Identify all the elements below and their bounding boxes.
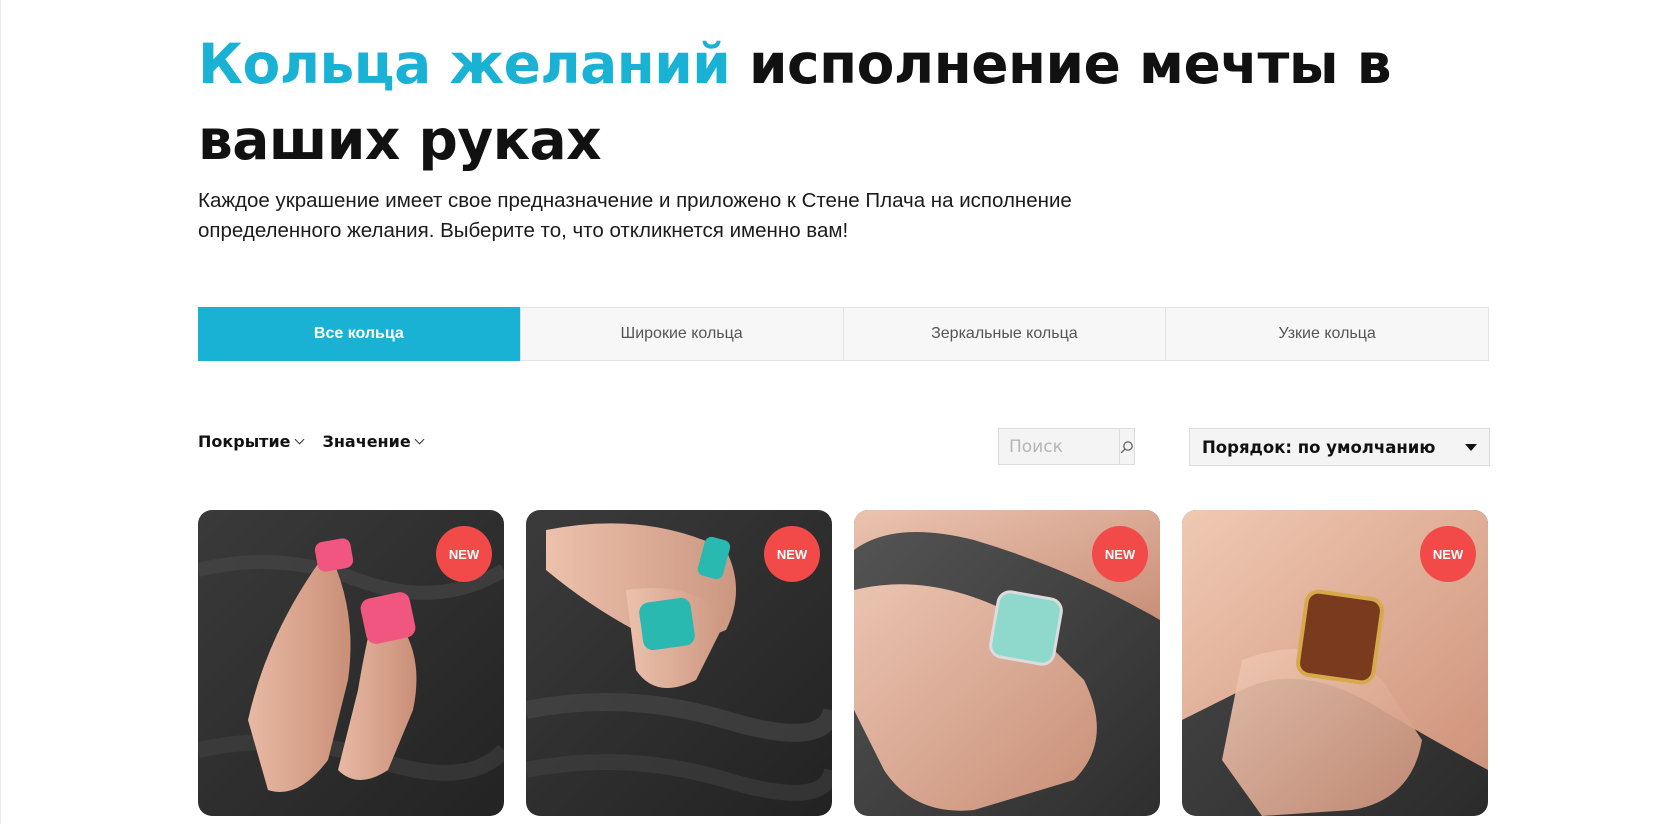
sort-select[interactable]: Порядок: по умолчанию [1189, 428, 1490, 466]
tab-wide-rings[interactable]: Широкие кольца [519, 308, 843, 360]
meaning-filter-dropdown[interactable]: Значение [322, 432, 425, 451]
tab-all-rings[interactable]: Все кольца [198, 307, 520, 361]
coating-filter-dropdown[interactable]: Покрытие [198, 432, 304, 451]
search-icon [1120, 440, 1133, 453]
caret-down-icon [1465, 443, 1477, 451]
new-badge: NEW [436, 526, 492, 582]
search-button[interactable] [1119, 429, 1134, 464]
sort-select-label: Порядок: по умолчанию [1202, 437, 1436, 457]
chevron-down-icon [414, 434, 425, 445]
tab-narrow-rings[interactable]: Узкие кольца [1165, 308, 1488, 360]
ring-shape [1298, 591, 1382, 683]
product-card[interactable]: NEW [854, 510, 1160, 816]
filter-bar: Покрытие Значение [198, 432, 425, 451]
product-card[interactable]: NEW [1182, 510, 1488, 816]
tab-mirror-rings[interactable]: Зеркальные кольца [842, 308, 1166, 360]
page-title-accent: Кольца желаний [198, 32, 731, 96]
search-box [998, 428, 1135, 465]
chevron-down-icon [294, 434, 304, 445]
new-badge: NEW [1420, 526, 1476, 582]
category-tabs: Все кольца Широкие кольца Зеркальные кол… [198, 307, 1489, 361]
meaning-filter-label: Значение [322, 432, 411, 451]
page-title: Кольца желаний исполнение мечты в ваших … [198, 26, 1398, 178]
product-card[interactable]: NEW [526, 510, 832, 816]
page-subtitle: Каждое украшение имеет свое предназначен… [198, 189, 1072, 242]
new-badge: NEW [764, 526, 820, 582]
new-badge: NEW [1092, 526, 1148, 582]
product-grid: NEW NEW NEW NEW [198, 510, 1488, 816]
product-card[interactable]: NEW [198, 510, 504, 816]
ring-shape [639, 597, 695, 651]
coating-filter-label: Покрытие [198, 432, 291, 451]
search-input[interactable] [999, 429, 1119, 464]
ring-shape [990, 591, 1062, 665]
